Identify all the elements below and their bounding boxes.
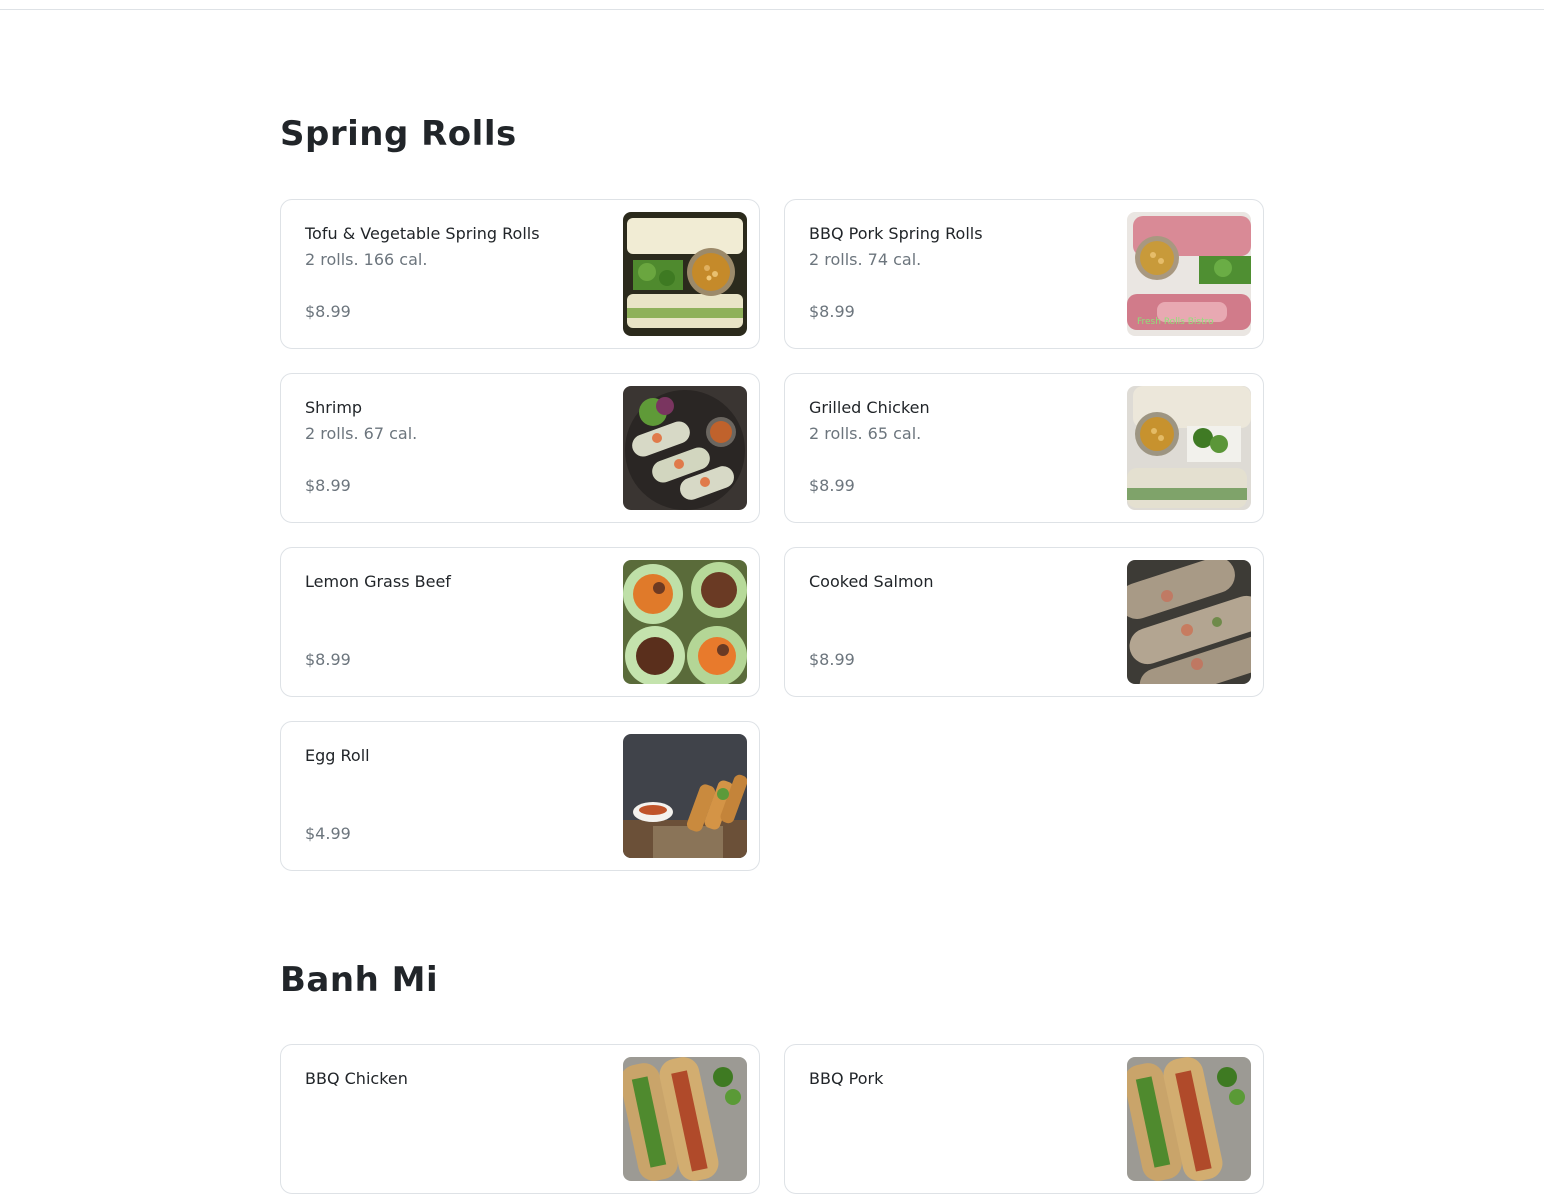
item-name: BBQ Pork Spring Rolls [809, 224, 983, 243]
egg-roll-photo [623, 734, 747, 858]
menu-grid: Tofu & Vegetable Spring Rolls 2 rolls. 1… [280, 199, 1264, 871]
bbq-pork-spring-rolls-photo: Fresh Rolls Bistro [1127, 212, 1251, 336]
menu-item-card[interactable]: Shrimp 2 rolls. 67 cal. $8.99 [280, 373, 760, 523]
menu-item-card[interactable]: Tofu & Vegetable Spring Rolls 2 rolls. 1… [280, 199, 760, 349]
item-name: Cooked Salmon [809, 572, 934, 591]
item-price: $8.99 [809, 650, 855, 669]
svg-text:Fresh Rolls Bistro: Fresh Rolls Bistro [1137, 317, 1214, 327]
bbq-chicken-banh-mi-photo [623, 1057, 747, 1181]
bbq-pork-banh-mi-photo [1127, 1057, 1251, 1181]
tofu-vegetable-spring-rolls-photo [623, 212, 747, 336]
item-name: Tofu & Vegetable Spring Rolls [305, 224, 540, 243]
item-name: Shrimp [305, 398, 363, 417]
lemon-grass-beef-rolls-photo [623, 560, 747, 684]
item-name: BBQ Pork [809, 1069, 884, 1088]
item-name: Grilled Chicken [809, 398, 930, 417]
item-price: $8.99 [809, 302, 855, 321]
menu-item-card[interactable]: BBQ Chicken [280, 1044, 760, 1194]
cooked-salmon-rolls-photo [1127, 560, 1251, 684]
item-name: Lemon Grass Beef [305, 572, 451, 591]
section-title: Banh Mi [280, 960, 439, 1000]
menu-item-card[interactable]: Egg Roll $4.99 [280, 721, 760, 871]
menu-item-card[interactable]: BBQ Pork Spring Rolls 2 rolls. 74 cal. $… [784, 199, 1264, 349]
item-name: BBQ Chicken [305, 1069, 408, 1088]
item-price: $8.99 [305, 476, 351, 495]
item-description: 2 rolls. 74 cal. [809, 250, 922, 269]
item-description: 2 rolls. 166 cal. [305, 250, 428, 269]
menu-item-card[interactable]: Grilled Chicken 2 rolls. 65 cal. $8.99 [784, 373, 1264, 523]
shrimp-spring-rolls-photo [623, 386, 747, 510]
menu-section-banh-mi: Banh Mi BBQ Chicken BBQ Pork [280, 960, 1264, 1194]
menu-grid: BBQ Chicken BBQ Pork [280, 1044, 1264, 1194]
grilled-chicken-spring-rolls-photo [1127, 386, 1251, 510]
top-navbar-edge [0, 0, 1544, 10]
menu-item-card[interactable]: Lemon Grass Beef $8.99 [280, 547, 760, 697]
section-title: Spring Rolls [280, 114, 517, 154]
item-price: $8.99 [305, 650, 351, 669]
item-description: 2 rolls. 67 cal. [305, 424, 418, 443]
menu-item-card[interactable]: Cooked Salmon $8.99 [784, 547, 1264, 697]
menu-section-spring-rolls: Spring Rolls Tofu & Vegetable Spring Rol… [280, 114, 1264, 871]
item-price: $4.99 [305, 824, 351, 843]
item-name: Egg Roll [305, 746, 370, 765]
item-description: 2 rolls. 65 cal. [809, 424, 922, 443]
item-price: $8.99 [305, 302, 351, 321]
menu-item-card[interactable]: BBQ Pork [784, 1044, 1264, 1194]
item-price: $8.99 [809, 476, 855, 495]
